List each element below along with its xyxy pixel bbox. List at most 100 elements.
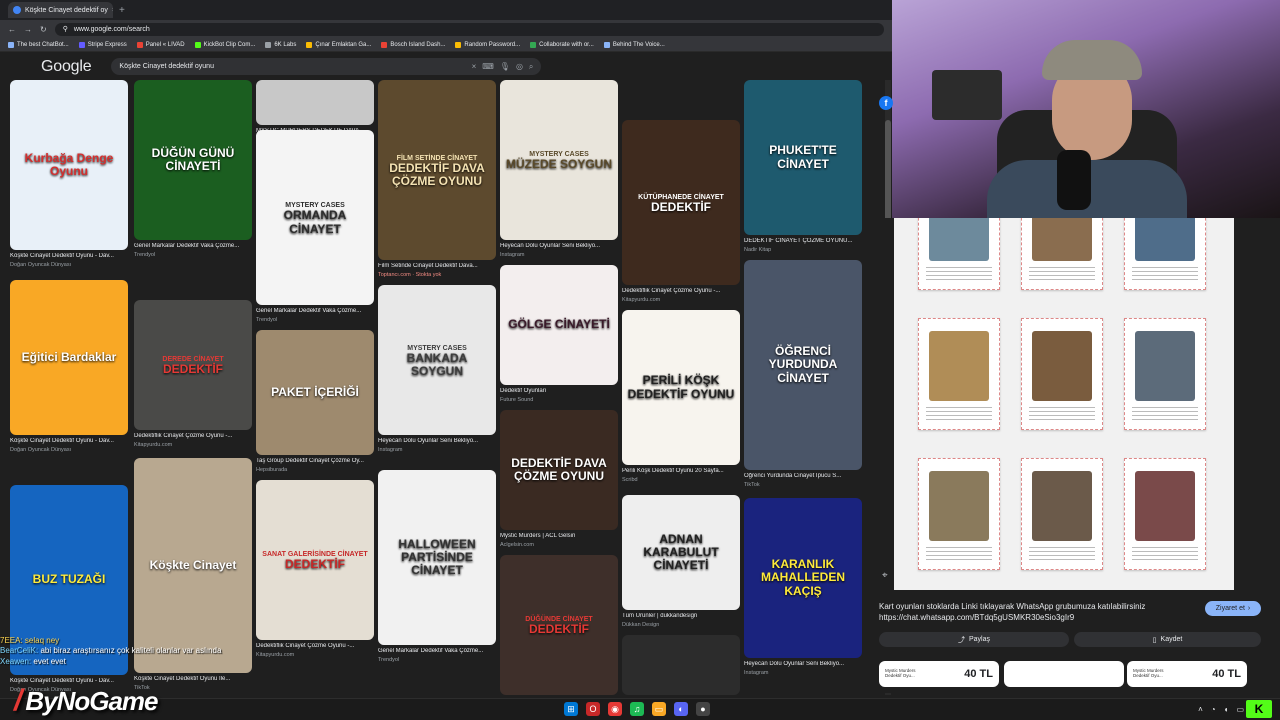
- image-result-thumbnail[interactable]: Kurbağa Denge Oyunu: [10, 80, 128, 250]
- image-result-thumbnail[interactable]: MYSTERY CASES ORMANDA CİNAYET: [256, 130, 374, 305]
- image-result-thumbnail[interactable]: GÖLGE CİNAYETİ: [500, 265, 618, 385]
- result-title-link[interactable]: Genel Markalar Dedektif Vaka Çözme...: [256, 308, 374, 314]
- save-button[interactable]: ▯ Kaydet: [1074, 632, 1261, 647]
- google-logo[interactable]: Google: [41, 58, 92, 76]
- chrome-icon[interactable]: ◉: [608, 702, 622, 716]
- image-result-thumbnail[interactable]: ÖĞRENCİ YURDUNDA CİNAYET: [744, 260, 862, 470]
- folder-icon[interactable]: ▭: [652, 702, 666, 716]
- obs-icon[interactable]: ●: [696, 702, 710, 716]
- result-title-link[interactable]: Heyecan Dolu Oyunlar Seni Bekliyo...: [744, 661, 862, 667]
- image-result-thumbnail[interactable]: DEDEKTİF DAVA ÇÖZME OYUNU: [500, 410, 618, 530]
- image-result-thumbnail[interactable]: PHUKET'TE CİNAYET: [744, 80, 862, 235]
- search-icon[interactable]: ⌕: [529, 62, 533, 72]
- close-tab-icon[interactable]: ×: [112, 7, 113, 14]
- clear-icon[interactable]: ×: [472, 62, 477, 71]
- related-product-card[interactable]: Mystic Murders Dedektif Oyu... 40 TL: [879, 661, 999, 687]
- result-title-link[interactable]: Heyecan Dolu Oyunlar Seni Bekliyo...: [378, 438, 496, 444]
- visit-button[interactable]: Ziyaret et ›: [1205, 601, 1261, 616]
- bookmark-label: Stripe Express: [87, 41, 127, 48]
- result-title-link[interactable]: Dedektiflik Cinayet Çözme Oyunu -...: [622, 288, 740, 294]
- result-title-link[interactable]: Genel Markalar Dedektif Vaka Çözme...: [134, 243, 252, 249]
- bookmark-item[interactable]: Bosch Island Dash...: [381, 41, 445, 48]
- result-title-link[interactable]: Dedektiflik Cinayet Çözme Oyunu -...: [134, 433, 252, 439]
- microphone-icon[interactable]: 🎙: [500, 62, 510, 71]
- bookmark-item[interactable]: The best ChatBot...: [8, 41, 69, 48]
- image-result-thumbnail[interactable]: DÜĞÜN GÜNÜ CİNAYETİ: [134, 80, 252, 240]
- result-title-link[interactable]: Mystic Murders | ACL Gelsin: [500, 533, 618, 539]
- result-title-link[interactable]: Film Setinde Cinayet Dedektif Dava...: [378, 263, 496, 269]
- bookmark-item[interactable]: Stripe Express: [78, 41, 127, 48]
- result-title-link[interactable]: Köşkte Cinayet Dedektif Oyunu - Dav...: [10, 438, 128, 444]
- start-icon[interactable]: ⊞: [564, 702, 578, 716]
- site-info-icon[interactable]: ⚲: [63, 25, 68, 33]
- opera-icon[interactable]: O: [586, 702, 600, 716]
- bookmark-label: The best ChatBot...: [17, 41, 69, 48]
- image-result-thumbnail[interactable]: [256, 80, 374, 125]
- thumbnail-title: KARANLIK MAHALLEDEN KAÇIŞ: [761, 557, 845, 598]
- network-icon[interactable]: ◔: [1211, 705, 1216, 714]
- visual-search-icon[interactable]: ⌖: [882, 570, 888, 581]
- bookmark-item[interactable]: Panel « LIVAD: [136, 41, 185, 48]
- related-product-card[interactable]: Mystic Murders Dedektif Oyu... 40 TL: [1127, 661, 1247, 687]
- streamer-cap: [1042, 40, 1142, 80]
- result-title-link[interactable]: Tüm Ürünler | dukkandesign: [622, 613, 740, 619]
- result-title-link[interactable]: Genel Markalar Dedektif Vaka Çözme...: [378, 648, 496, 654]
- card-illustration: [1032, 471, 1092, 541]
- battery-icon[interactable]: ▭: [1236, 705, 1244, 714]
- image-result-thumbnail[interactable]: PERİLİ KÖŞK DEDEKTİF OYUNU: [622, 310, 740, 465]
- taskbar-apps: ⊞ O ◉ ♫ ▭ ◐ ●: [564, 702, 710, 716]
- image-result-thumbnail[interactable]: DEREDE CİNAYET DEDEKTİF: [134, 300, 252, 430]
- result-title-link[interactable]: Heyecan Dolu Oyunlar Seni Bekliyo...: [500, 243, 618, 249]
- bookmark-item[interactable]: Çınar Emlaktan Ga...: [306, 41, 371, 48]
- back-icon[interactable]: ←: [8, 25, 16, 34]
- bookmark-favicon-icon: [381, 41, 388, 48]
- image-result-thumbnail[interactable]: KÜTÜPHANEDE CİNAYET DEDEKTİF: [622, 120, 740, 285]
- bookmark-item[interactable]: 6K Labs: [265, 41, 296, 48]
- result-title-link[interactable]: Perili Köşk Dedektif Oyunu 20 Sayfa...: [622, 468, 740, 474]
- chevron-up-icon[interactable]: ˄: [1198, 705, 1203, 714]
- image-result-thumbnail[interactable]: FİLM SETİNDE CİNAYET DEDEKTİF DAVA ÇÖZME …: [378, 80, 496, 260]
- discord-icon[interactable]: ◐: [674, 702, 688, 716]
- spotify-icon[interactable]: ♫: [630, 702, 644, 716]
- address-bar[interactable]: ⚲ www.google.com/search: [54, 22, 884, 36]
- result-title-link[interactable]: Köşkte Cinayet Dedektif Oyunu - Dav...: [10, 253, 128, 259]
- image-result-thumbnail[interactable]: DÜĞÜNDE CİNAYET DEDEKTİF: [500, 555, 618, 695]
- image-result-thumbnail[interactable]: MYSTERY CASES BANKADA SOYGUN: [378, 285, 496, 435]
- image-result-thumbnail[interactable]: [622, 635, 740, 695]
- bookmark-favicon-icon: [194, 41, 201, 48]
- result-title-link[interactable]: Dedektif Oyunları: [500, 388, 618, 394]
- share-button[interactable]: ⤴ Paylaş: [879, 632, 1069, 647]
- new-tab-icon[interactable]: +: [119, 5, 125, 16]
- keyboard-icon[interactable]: ⌨: [482, 62, 494, 71]
- image-result-thumbnail[interactable]: SANAT GALERİSİNDE CİNAYET DEDEKTİF: [256, 480, 374, 640]
- bookmark-favicon-icon: [603, 41, 610, 48]
- forward-icon[interactable]: →: [24, 25, 32, 34]
- bookmark-item[interactable]: Collaborate with or...: [530, 41, 594, 48]
- image-result-thumbnail[interactable]: ADNAN KARABULUT CİNAYETİ: [622, 495, 740, 610]
- stream-chat: 7EEA: selaq ney BearCeliK: abi biraz ara…: [0, 636, 300, 676]
- image-result-thumbnail[interactable]: KARANLIK MAHALLEDEN KAÇIŞ: [744, 498, 862, 658]
- related-product-card[interactable]: [1004, 661, 1124, 687]
- result-title-link[interactable]: DEDEKTİF CİNAYET ÇÖZME OYUNU...: [744, 238, 862, 244]
- result-title-link[interactable]: Taş Group Dedektif Cinayet Çözme Oy...: [256, 458, 374, 464]
- bookmark-item[interactable]: Behind The Voice...: [603, 41, 665, 48]
- brand-name: ByNoGame: [25, 685, 158, 716]
- thumbnail-title: Kurbağa Denge Oyunu: [24, 150, 114, 178]
- image-result-thumbnail[interactable]: HALLOWEEN PARTİSİNDE CİNAYET: [378, 470, 496, 645]
- facebook-icon[interactable]: f: [879, 96, 893, 110]
- image-preview[interactable]: [894, 218, 1234, 590]
- search-input[interactable]: Köşkte Cinayet dedektif oyunu × ⌨ 🎙 ◎ ⌕: [111, 58, 542, 75]
- result-title-link[interactable]: Köşkte Cinayet Dedektif Oyunu İle...: [134, 676, 252, 682]
- bookmark-label: Collaborate with or...: [539, 41, 594, 48]
- browser-tab[interactable]: Köşkte Cinayet dedektif oy ×: [8, 2, 113, 18]
- volume-icon[interactable]: ◖: [1224, 705, 1229, 714]
- result-title-link[interactable]: Öğrenci Yurdunda Cinayet İpucu S...: [744, 473, 862, 479]
- bookmark-item[interactable]: Random Password...: [455, 41, 520, 48]
- reload-icon[interactable]: ↻: [40, 25, 47, 34]
- image-result-thumbnail[interactable]: MYSTERY CASES MÜZEDE SOYGUN: [500, 80, 618, 240]
- bookmark-item[interactable]: KickBot Clip Com...: [194, 41, 255, 48]
- image-result-thumbnail[interactable]: PAKET İÇERİĞİ: [256, 330, 374, 455]
- card-illustration: [1032, 218, 1092, 261]
- image-result-thumbnail[interactable]: Eğitici Bardaklar: [10, 280, 128, 435]
- lens-icon[interactable]: ◎: [516, 62, 523, 71]
